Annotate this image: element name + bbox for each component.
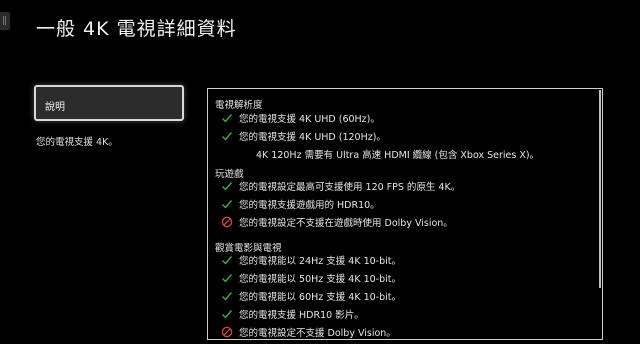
section-heading-movies: 觀賞電影與電視 <box>215 243 282 254</box>
check-icon <box>222 274 233 283</box>
list-item: 您的電視設定不支援 Dolby Vision。 <box>221 325 396 339</box>
blocked-icon <box>221 326 233 338</box>
list-item: 您的電視能以 60Hz 支援 4K 10-bit。 <box>221 289 401 303</box>
list-item: 您的電視能以 24Hz 支援 4K 10-bit。 <box>221 253 401 267</box>
grip-icon <box>3 16 6 25</box>
check-icon <box>222 200 233 209</box>
check-icon <box>222 310 233 319</box>
check-icon <box>222 256 233 265</box>
section-heading-gaming: 玩遊戲 <box>215 169 244 180</box>
check-icon <box>222 114 233 123</box>
side-handle[interactable] <box>0 12 10 30</box>
list-item: 您的電視設定最高可支援使用 120 FPS 的原生 4K。 <box>221 179 460 193</box>
scrollbar[interactable] <box>599 90 601 288</box>
list-item: 您的電視支援 HDR10 影片。 <box>221 307 364 321</box>
list-item: 您的電視設定不支援在遊戲時使用 Dolby Vision。 <box>221 215 453 229</box>
description-text: 您的電視支援 4K。 <box>36 137 118 148</box>
check-icon <box>222 292 233 301</box>
list-item: 您的電視能以 50Hz 支援 4K 10-bit。 <box>221 271 401 285</box>
check-icon <box>222 132 233 141</box>
check-icon <box>222 182 233 191</box>
details-panel[interactable]: 電視解析度 您的電視支援 4K UHD (60Hz)。 您的電視支援 4K UH… <box>207 88 603 340</box>
list-item: 您的電視支援 4K UHD (60Hz)。 <box>221 111 380 125</box>
list-item: 您的電視支援遊戲用的 HDR10。 <box>221 197 380 211</box>
description-button[interactable]: 說明 <box>34 85 184 121</box>
page-title: 一般 4K 電視詳細資料 <box>36 18 237 40</box>
hdmi-note: 4K 120Hz 需要有 Ultra 高速 HDMI 纜線 (包含 Xbox S… <box>256 150 540 161</box>
section-heading-resolution: 電視解析度 <box>215 100 263 111</box>
blocked-icon <box>221 216 233 228</box>
list-item: 您的電視支援 4K UHD (120Hz)。 <box>221 129 386 143</box>
